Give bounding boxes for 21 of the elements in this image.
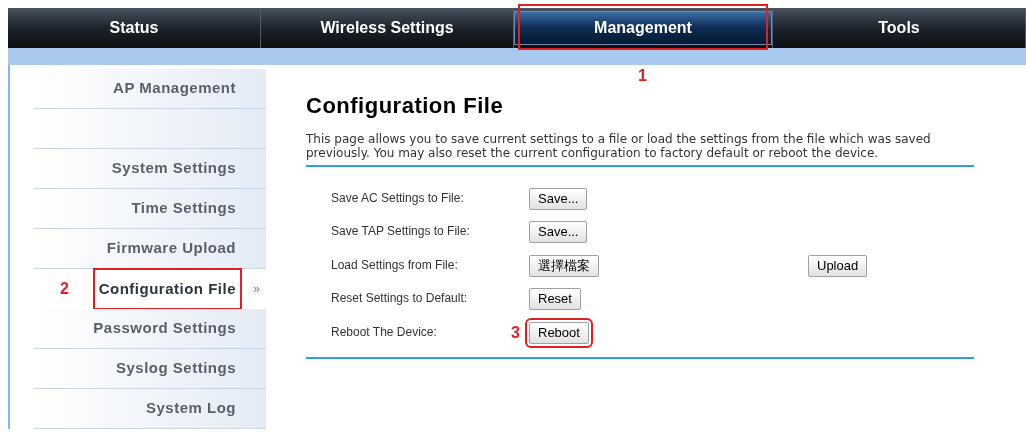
action-button[interactable]: Save... — [529, 221, 588, 243]
setting-label: Save AC Settings to File: — [331, 189, 465, 207]
action-button[interactable]: Reset — [529, 288, 581, 310]
callout-number: 3 — [511, 322, 520, 343]
nav-tab[interactable]: Wireless Settings — [261, 8, 513, 48]
action-button[interactable]: Upload — [808, 254, 868, 277]
setting-label: Reset Settings to Default: — [331, 290, 469, 308]
setting-label: Save TAP Settings to File: — [331, 223, 471, 241]
action-button[interactable]: 選擇檔案 — [529, 254, 599, 277]
action-button[interactable]: Save... — [529, 187, 588, 210]
setting-label: Reboot The Device: — [331, 323, 438, 341]
nav-tab[interactable]: Tools — [773, 8, 1025, 48]
callout-number: 2 — [60, 279, 69, 299]
marker-glyph: » — [253, 281, 260, 298]
callout-number: 1 — [638, 66, 647, 86]
nav-tab[interactable]: Management — [514, 11, 772, 45]
description-text: This page allows you to save current settings to a file or load the settings from the file which was saved previously. You may also reset the current configuration to factory default or reboot the device. — [306, 132, 932, 160]
page-title: Configuration File — [306, 92, 505, 120]
sidebar-item[interactable]: Configuration File — [92, 267, 242, 311]
nav-tab[interactable]: Status — [8, 8, 260, 48]
setting-label: Load Settings from File: — [331, 256, 459, 274]
